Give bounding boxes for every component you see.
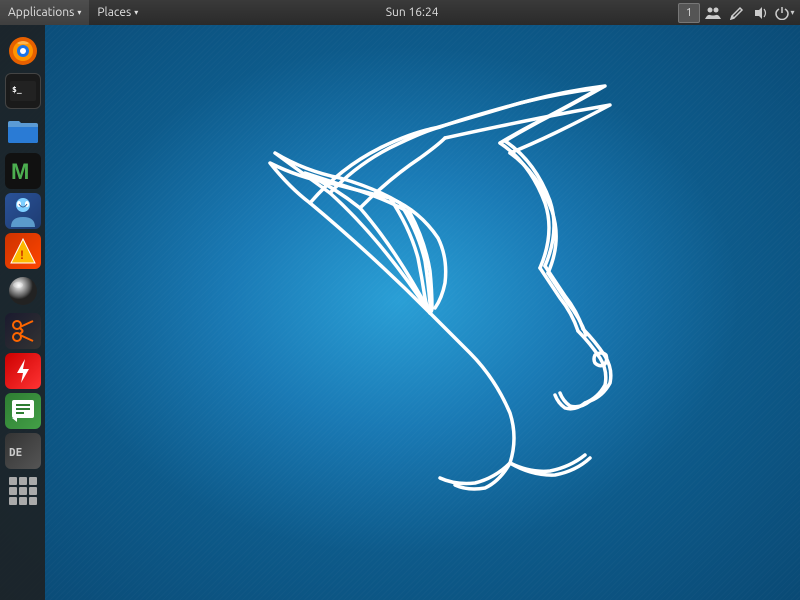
pencil-icon[interactable] (726, 2, 748, 24)
svg-text:$_: $_ (12, 85, 22, 94)
svg-text:!: ! (20, 248, 24, 262)
dock: $_ M (0, 25, 45, 600)
kali-dragon-logo (250, 83, 630, 517)
places-menu[interactable]: Places ▾ (89, 0, 146, 25)
dock-terminal[interactable]: $_ (5, 73, 41, 109)
dock-orb[interactable] (5, 273, 41, 309)
dock-flash[interactable] (5, 353, 41, 389)
applications-menu[interactable]: Applications ▾ (0, 0, 89, 25)
workspace-number: 1 (686, 7, 692, 19)
panel-center: Sun 16:24 (146, 6, 678, 19)
desktop: Applications ▾ Places ▾ Sun 16:24 1 (0, 0, 800, 600)
dock-m-app[interactable]: M (5, 153, 41, 189)
places-label: Places (97, 6, 131, 19)
dock-notes[interactable] (5, 393, 41, 429)
svg-text:DE: DE (9, 446, 22, 459)
applications-arrow: ▾ (77, 8, 81, 17)
dock-scissors[interactable] (5, 313, 41, 349)
top-panel: Applications ▾ Places ▾ Sun 16:24 1 (0, 0, 800, 25)
applications-label: Applications (8, 6, 74, 19)
panel-right: 1 (678, 2, 800, 24)
places-arrow: ▾ (134, 8, 138, 17)
user-list-icon[interactable] (702, 2, 724, 24)
dock-character[interactable] (5, 193, 41, 229)
dock-apps-grid[interactable] (5, 473, 41, 509)
dock-firefox[interactable] (5, 33, 41, 69)
dock-burp[interactable]: ! (5, 233, 41, 269)
volume-icon[interactable] (750, 2, 772, 24)
workspace-switcher[interactable]: 1 (678, 3, 700, 23)
power-icon[interactable]: ▾ (774, 2, 796, 24)
svg-text:M: M (11, 159, 29, 184)
dock-de[interactable]: DE (5, 433, 41, 469)
panel-left: Applications ▾ Places ▾ (0, 0, 146, 25)
dock-files[interactable] (5, 113, 41, 149)
datetime-display: Sun 16:24 (386, 6, 439, 19)
